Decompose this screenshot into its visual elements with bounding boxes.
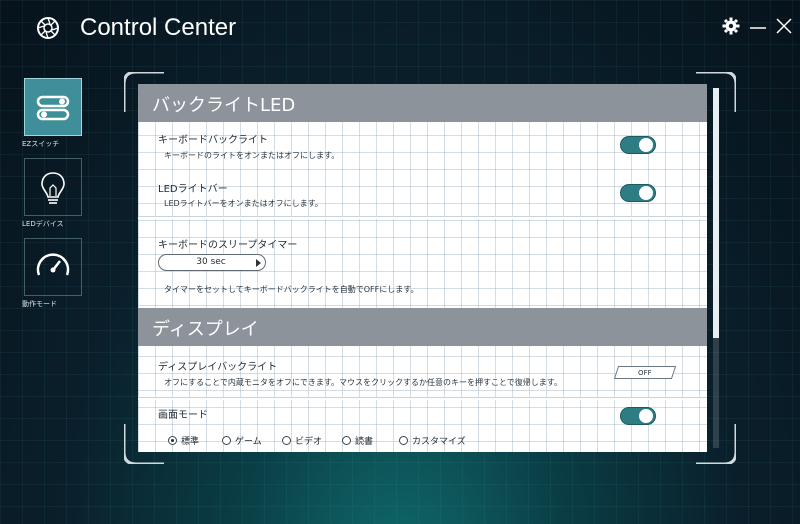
sidebar-label-led-device: LEDデバイス: [22, 220, 64, 228]
minimize-icon[interactable]: [748, 16, 768, 36]
sidebar-item-led-device[interactable]: [24, 158, 82, 216]
radio-icon: [399, 436, 408, 445]
app-logo-icon: [37, 17, 59, 39]
keyboard-backlight-desc: キーボードのライトをオンまたはオフにします。: [164, 151, 340, 160]
sleep-timer-title: キーボードのスリープタイマー: [158, 240, 298, 251]
sidebar-label-operation-mode: 動作モード: [22, 300, 57, 308]
section-title-display: ディスプレイ: [152, 319, 259, 340]
keyboard-backlight-title: キーボードバックライト: [158, 135, 268, 146]
screen-mode-toggle[interactable]: [620, 407, 656, 425]
radio-icon: [342, 436, 351, 445]
section-header-backlight: バックライトLED: [138, 84, 707, 122]
sidebar-label-ez-switch: EZスイッチ: [22, 140, 60, 148]
sleep-timer-desc: タイマーをセットしてキーボードバックライトを自動でOFFにします。: [164, 285, 419, 294]
display-off-label: OFF: [638, 369, 652, 377]
led-bar-toggle[interactable]: [620, 184, 656, 202]
keyboard-backlight-toggle[interactable]: [620, 136, 656, 154]
scrollbar-thumb[interactable]: [713, 88, 719, 338]
app-title: Control Center: [80, 14, 237, 41]
sleep-timer-select[interactable]: 30 sec: [158, 254, 266, 271]
sidebar-item-ez-switch[interactable]: [24, 78, 82, 136]
display-backlight-desc: オフにすることで内蔵モニタをオフにできます。マウスをクリックするか任意のキーを押…: [164, 378, 562, 387]
radio-selected-icon: [168, 436, 177, 445]
display-off-button[interactable]: OFF: [613, 366, 677, 379]
display-backlight-title: ディスプレイバックライト: [158, 362, 278, 373]
radio-icon: [282, 436, 291, 445]
divider: [138, 397, 707, 400]
toggle-switches-icon: [36, 95, 70, 121]
divider: [138, 216, 707, 219]
section-header-display: ディスプレイ: [138, 308, 707, 346]
close-icon[interactable]: [774, 16, 794, 36]
settings-gear-icon[interactable]: [721, 16, 741, 36]
screen-mode-title: 画面モード: [158, 410, 208, 421]
speedometer-icon: [36, 253, 70, 276]
lightbulb-icon: [41, 172, 65, 204]
settings-panel: バックライトLED キーボードバックライト キーボードのライトをオンまたはオフに…: [138, 84, 707, 452]
radio-icon: [222, 436, 231, 445]
section-title-backlight: バックライトLED: [152, 95, 296, 116]
panel-scrollbar[interactable]: [713, 88, 719, 448]
led-bar-title: LEDライトバー: [158, 184, 228, 195]
sleep-timer-value: 30 sec: [196, 257, 226, 267]
led-bar-desc: LEDライトバーをオンまたはオフにします。: [164, 199, 323, 208]
play-arrow-icon: [256, 259, 261, 267]
sidebar-item-operation-mode[interactable]: [24, 238, 82, 296]
